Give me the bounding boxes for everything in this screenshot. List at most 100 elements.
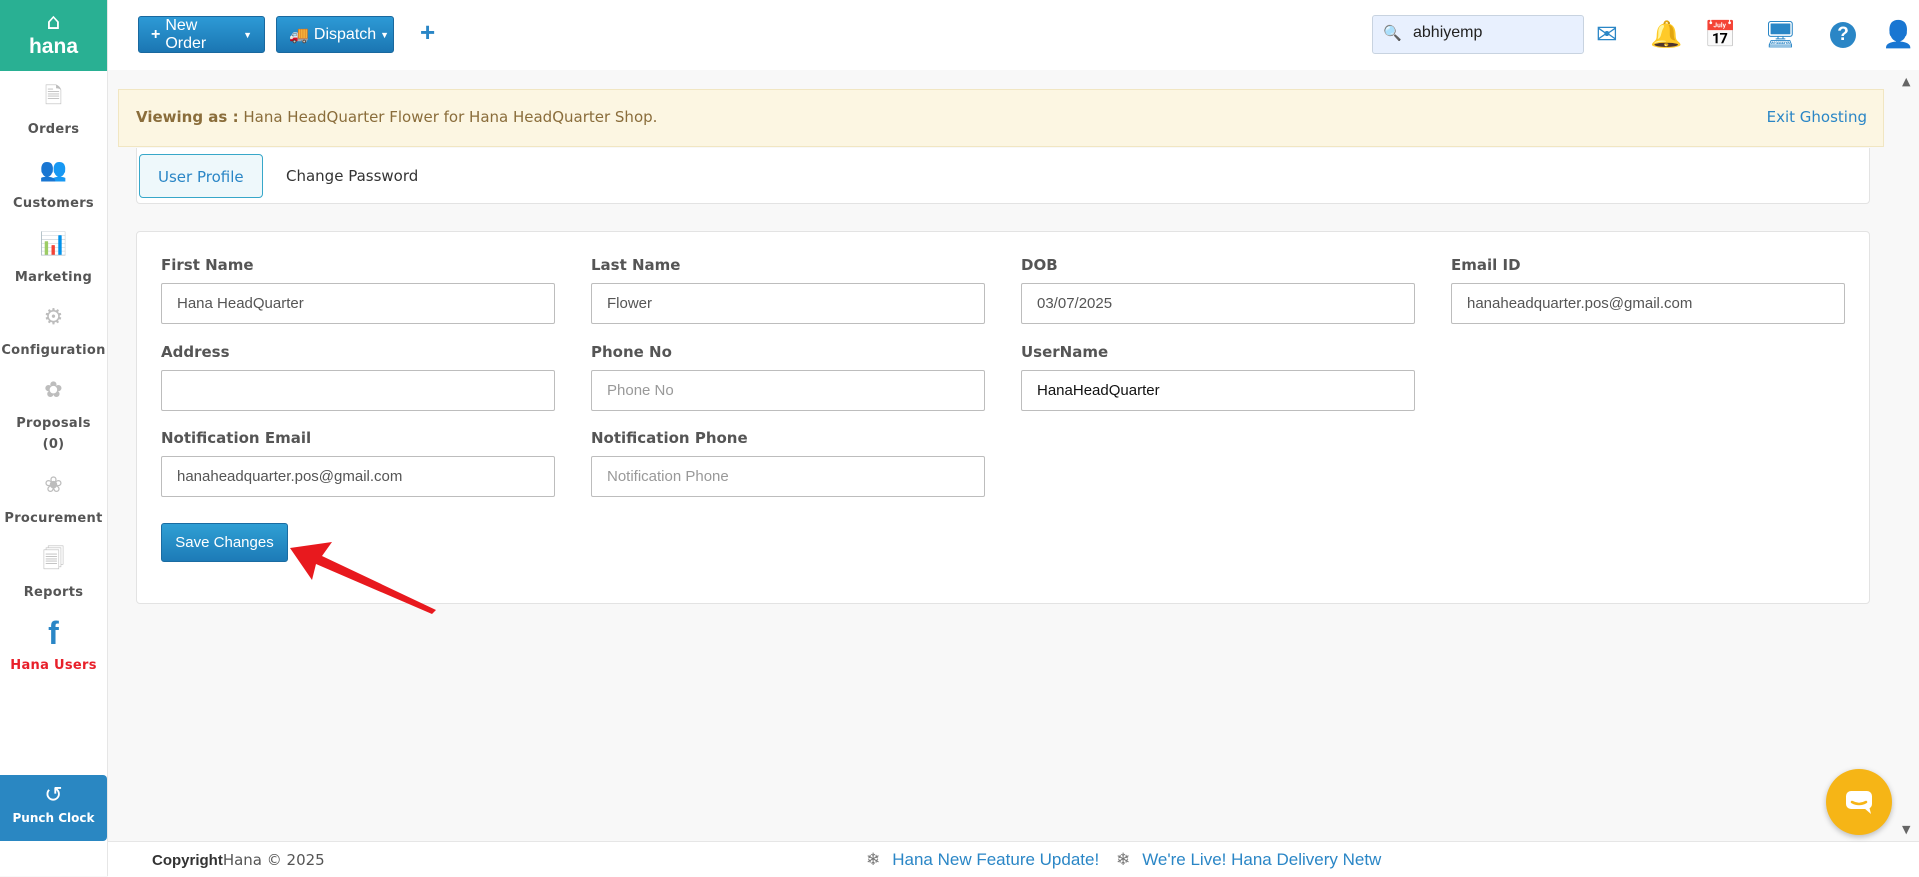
facebook-icon: f [48,615,59,651]
username-field: UserName [1021,343,1415,411]
truck-icon: 🚚 [289,26,309,44]
tab-change-password[interactable]: Change Password [286,154,418,198]
sidebar-item-customers[interactable]: 👥 Customers [0,158,107,214]
sidebar-item-label: Reports [23,585,84,600]
scroll-up-arrow[interactable]: ▲ [1902,75,1910,88]
sidebar-item-reports[interactable]: 🗐 Reports [0,547,107,603]
procurement-icon: ❀ [44,473,63,498]
phone-input[interactable] [591,370,985,411]
bell-icon[interactable]: 🔔 [1650,22,1682,48]
sidebar-item-orders[interactable]: 🗎 Orders [0,84,107,140]
proposals-count: (0) [42,437,65,452]
sidebar-item-procurement[interactable]: ❀ Procurement [0,473,107,529]
ticker-item-2[interactable]: We're Live! Hana Delivery Netw [1142,850,1381,869]
caret-down-icon: ▼ [380,29,390,40]
sidebar-item-label: Proposals [16,416,91,431]
chat-bubble-icon [1846,791,1872,814]
clock-history-icon: ↺ [44,783,63,808]
first-name-field: First Name [161,256,555,324]
dispatch-button[interactable]: 🚚 Dispatch ▼ [276,16,394,53]
profile-tabs: User Profile Change Password [136,148,1870,204]
reports-icon: 🗐 [42,547,65,572]
username-input[interactable] [1021,370,1415,411]
viewing-as-prefix: Viewing as : [136,108,239,126]
sidebar-item-label: Orders [27,122,80,137]
help-icon[interactable]: ? [1830,22,1856,48]
sidebar-item-label: Marketing [14,270,93,285]
ticker-item-1[interactable]: Hana New Feature Update! [892,850,1099,869]
phone-field: Phone No [591,343,985,411]
tab-user-profile[interactable]: User Profile [139,154,263,198]
viewing-as-text: Viewing as : Hana HeadQuarter Flower for… [136,108,657,126]
dispatch-label: Dispatch [313,25,377,43]
punch-clock-label: Punch Clock [12,811,95,825]
username-label: UserName [1021,343,1109,361]
sidebar-item-label: Configuration [1,343,106,358]
calendar-icon[interactable]: 📅 [1704,22,1736,48]
sidebar-item-label: Hana Users [10,658,97,673]
home-icon: ⌂ [46,10,61,35]
dob-field: DOB [1021,256,1415,324]
add-icon[interactable]: + [420,17,435,48]
exit-ghosting-link[interactable]: Exit Ghosting [1767,108,1867,126]
notification-email-field: Notification Email [161,429,555,497]
sidebar: ⌂ hana 🗎 Orders 👥 Customers 📊 Marketing … [0,0,108,876]
sidebar-item-marketing[interactable]: 📊 Marketing [0,232,107,288]
brand-logo[interactable]: ⌂ hana [0,0,107,71]
envelope-icon[interactable]: ✉ [1596,22,1618,48]
snowflake-icon: ❄ [866,850,881,869]
copyright-bold: Copyright [152,852,223,869]
sidebar-item-configuration[interactable]: ⚙ Configuration [0,305,107,361]
viewing-as-value: Hana HeadQuarter Flower for Hana HeadQua… [243,108,658,126]
new-order-label: New Order [165,16,207,52]
notification-email-label: Notification Email [161,429,312,447]
search-box[interactable]: 🔍 [1372,15,1584,54]
gear-icon: ⚙ [43,305,64,330]
copyright-text: CopyrightHana © 2025 [152,851,325,869]
user-icon[interactable]: 👤 [1882,22,1914,48]
copyright-rest: Hana © 2025 [222,851,325,869]
first-name-input[interactable] [161,283,555,324]
new-order-button[interactable]: + New Order ▼ [138,16,265,53]
news-ticker[interactable]: ❄ Hana New Feature Update! ❄ We're Live! H… [866,850,1514,870]
dob-label: DOB [1021,256,1058,274]
first-name-label: First Name [161,256,254,274]
chat-button[interactable] [1826,769,1892,835]
punch-clock-button[interactable]: ↺ Punch Clock [0,775,107,841]
phone-label: Phone No [591,343,672,361]
customers-icon: 👥 [39,158,68,183]
brand-name: hana [28,35,78,58]
last-name-input[interactable] [591,283,985,324]
email-field: Email ID [1451,256,1845,324]
sidebar-item-hana-users[interactable]: f Hana Users [0,615,107,676]
caret-down-icon: ▼ [243,29,252,40]
sidebar-item-proposals[interactable]: ✿ Proposals (0) [0,378,107,455]
sidebar-item-label: Customers [13,196,94,211]
notification-phone-label: Notification Phone [591,429,748,447]
ghosting-banner: Viewing as : Hana HeadQuarter Flower for… [118,89,1884,147]
footer: CopyrightHana © 2025 ❄ Hana New Feature U… [108,841,1919,877]
notification-phone-input[interactable] [591,456,985,497]
snowflake-icon: ❄ [1115,850,1131,869]
marketing-chart-icon: 📊 [39,232,68,257]
save-changes-button[interactable]: Save Changes [161,523,288,562]
proposals-icon: ✿ [44,378,63,403]
search-icon: 🔍 [1383,24,1402,42]
notification-email-input[interactable] [161,456,555,497]
notification-phone-field: Notification Phone [591,429,985,497]
dob-input[interactable] [1021,283,1415,324]
last-name-label: Last Name [591,256,681,274]
address-input[interactable] [161,370,555,411]
address-field: Address [161,343,555,411]
email-input[interactable] [1451,283,1845,324]
scroll-down-arrow[interactable]: ▼ [1902,823,1910,836]
annotation-arrow-icon [290,542,436,614]
plus-icon: + [151,25,161,43]
last-name-field: Last Name [591,256,985,324]
address-label: Address [161,343,230,361]
email-label: Email ID [1451,256,1521,274]
top-bar: + New Order ▼ 🚚 Dispatch ▼ + 🔍 ✉ 🔔 📅 🖥 ?… [108,0,1919,70]
orders-icon: 🗎 [44,84,63,109]
search-input[interactable] [1411,23,1575,43]
monitor-icon[interactable]: 🖥 [1764,22,1797,48]
